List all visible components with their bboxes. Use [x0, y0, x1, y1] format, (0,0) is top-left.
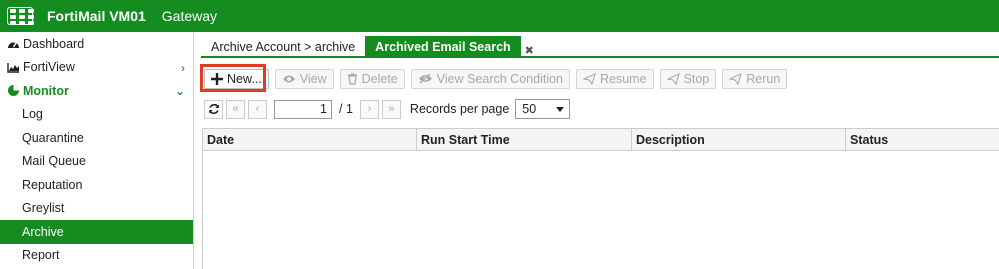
- send-icon: [666, 72, 680, 85]
- dashboard-icon: [6, 38, 20, 50]
- operation-mode: Gateway: [161, 8, 218, 24]
- sidebar-item-label: Reputation: [22, 177, 83, 192]
- view-button-label: View: [299, 71, 327, 86]
- column-header-date[interactable]: Date: [203, 129, 417, 151]
- trash-icon: [347, 72, 358, 85]
- sidebar-item-reputation[interactable]: Reputation: [0, 173, 193, 197]
- archived-search-table: Date Run Start Time Description Status: [202, 128, 999, 269]
- sidebar-item-monitor[interactable]: Monitor ⌄: [0, 79, 193, 103]
- sidebar-item-label: Report: [22, 248, 60, 263]
- sidebar-item-dashboard[interactable]: Dashboard: [0, 32, 193, 56]
- last-page-icon[interactable]: »: [381, 99, 401, 119]
- product-name: FortiMail VM01: [47, 8, 146, 24]
- sidebar-item-label: Archive: [22, 224, 64, 239]
- refresh-icon[interactable]: [204, 99, 223, 119]
- rerun-button-label: Rerun: [746, 71, 781, 86]
- tab-bar: Archive Account > archive Archived Email…: [201, 36, 534, 57]
- delete-button[interactable]: Delete: [339, 68, 405, 89]
- rerun-button[interactable]: Rerun: [722, 68, 788, 89]
- page-separator: /: [339, 102, 343, 116]
- send-icon: [729, 72, 743, 85]
- view-button[interactable]: View: [274, 68, 334, 89]
- resume-button[interactable]: Resume: [576, 68, 654, 89]
- sidebar-item-label: Monitor: [23, 83, 69, 98]
- dropdown-arrow-icon: [556, 107, 565, 112]
- first-page-icon[interactable]: «: [226, 99, 245, 119]
- sidebar-item-label: Log: [22, 107, 43, 122]
- page-number-input[interactable]: 1: [274, 99, 332, 119]
- send-icon: [583, 72, 596, 85]
- sidebar-item-label: Dashboard: [23, 36, 85, 51]
- monitor-pie-icon: [6, 85, 20, 97]
- sidebar-item-report[interactable]: Report: [0, 244, 193, 268]
- top-bar: FortiMail VM01 Gateway: [0, 0, 999, 32]
- sidebar-item-label: Mail Queue: [22, 154, 86, 169]
- sidebar-item-greylist[interactable]: Greylist: [0, 197, 193, 221]
- sidebar-item-quarantine[interactable]: Quarantine: [0, 126, 193, 150]
- sidebar-item-archive[interactable]: Archive: [0, 220, 193, 244]
- table-header: Date Run Start Time Description Status: [203, 129, 999, 151]
- column-header-description[interactable]: Description: [632, 129, 846, 151]
- records-per-page-label: Records per page: [409, 102, 510, 116]
- sidebar-item-mail-queue[interactable]: Mail Queue: [0, 150, 193, 174]
- tab-archive-account[interactable]: Archive Account > archive: [201, 36, 365, 57]
- next-page-icon[interactable]: ›: [359, 99, 379, 119]
- view-search-condition-label: View Search Condition: [436, 71, 563, 86]
- column-header-status[interactable]: Status: [846, 129, 999, 151]
- chevron-down-icon: ⌄: [174, 84, 185, 98]
- sidebar-item-label: FortiView: [23, 60, 75, 75]
- new-button-highlight: [200, 64, 266, 92]
- previous-page-icon[interactable]: ‹: [248, 99, 267, 119]
- column-header-run-start-time[interactable]: Run Start Time: [417, 129, 632, 151]
- tab-underline: [201, 56, 999, 58]
- fortinet-logo-icon[interactable]: [7, 7, 34, 25]
- toolbar: New... View Delete View Search Condition…: [204, 68, 788, 89]
- eye-slash-icon: [418, 73, 433, 84]
- eye-icon: [282, 74, 296, 84]
- chart-icon: [6, 61, 20, 73]
- sidebar-item-fortiview[interactable]: FortiView ›: [0, 56, 193, 80]
- resume-button-label: Resume: [600, 71, 647, 86]
- records-per-page-value: 50: [522, 102, 537, 116]
- page-count: / 1: [339, 102, 353, 116]
- stop-button-label: Stop: [683, 71, 710, 86]
- sidebar-item-log[interactable]: Log: [0, 103, 193, 127]
- stop-button[interactable]: Stop: [659, 68, 717, 89]
- delete-button-label: Delete: [361, 71, 398, 86]
- chevron-right-icon: ›: [181, 60, 185, 75]
- sidebar: Dashboard FortiView › Monitor ⌄ Log Quar…: [0, 32, 194, 269]
- records-per-page-select[interactable]: 50: [515, 99, 571, 119]
- sidebar-item-label: Quarantine: [22, 130, 84, 145]
- view-search-condition-button[interactable]: View Search Condition: [410, 68, 570, 89]
- total-pages: 1: [345, 102, 353, 116]
- sidebar-item-label: Greylist: [22, 201, 65, 216]
- tab-archived-email-search[interactable]: Archived Email Search: [365, 36, 521, 57]
- pagination-bar: « ‹ 1 / 1 › » Records per page 50: [204, 99, 571, 119]
